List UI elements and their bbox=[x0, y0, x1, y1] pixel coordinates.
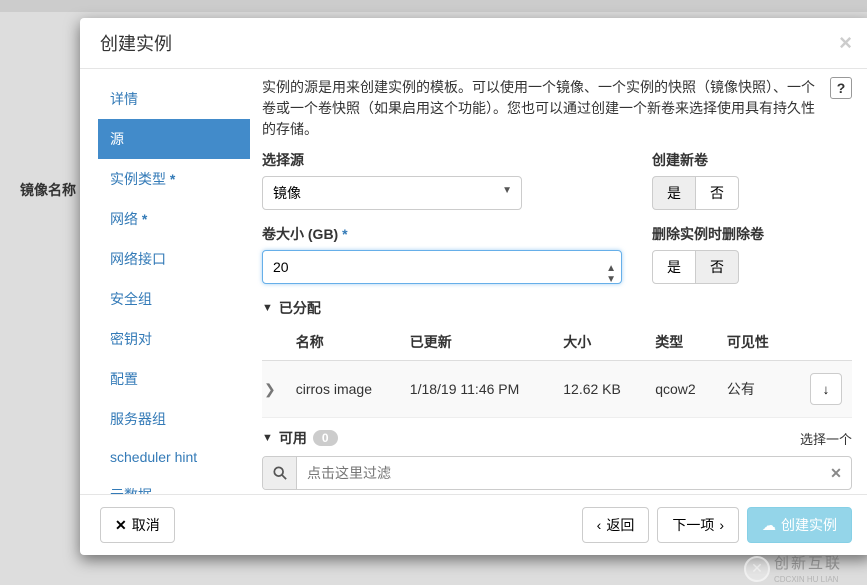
select-source-label: 选择源 bbox=[262, 150, 622, 170]
select-source-wrapper: 镜像 bbox=[262, 176, 522, 210]
cell-updated: 1/18/19 11:46 PM bbox=[400, 361, 553, 418]
volume-size-wrapper: ▲▼ bbox=[262, 259, 622, 275]
chevron-right-icon: › bbox=[719, 517, 724, 533]
volume-size-label: 卷大小 (GB) * bbox=[262, 224, 622, 244]
sidebar-item-label: 网络 bbox=[110, 211, 138, 227]
create-volume-toggle: 是 否 bbox=[652, 176, 739, 210]
delete-on-terminate-no-button[interactable]: 否 bbox=[696, 250, 739, 284]
create-volume-label: 创建新卷 bbox=[652, 150, 852, 170]
modal-title: 创建实例 bbox=[100, 30, 172, 56]
expand-column-header bbox=[262, 324, 286, 361]
col-name: 名称 bbox=[286, 324, 400, 361]
sidebar-item-scheduler-hint[interactable]: scheduler hint bbox=[98, 439, 250, 475]
col-visibility: 可见性 bbox=[717, 324, 790, 361]
cell-type: qcow2 bbox=[645, 361, 717, 418]
available-title: 可用 bbox=[279, 428, 307, 448]
deallocate-button[interactable]: ↓ bbox=[810, 373, 842, 405]
cell-size: 12.62 KB bbox=[553, 361, 645, 418]
wizard-sidebar: 详情 源 实例类型 * 网络 * 网络接口 安全组 密钥对 配置 服务器组 sc… bbox=[80, 69, 250, 494]
create-volume-no-button[interactable]: 否 bbox=[696, 176, 739, 210]
launch-instance-button[interactable]: ☁ 创建实例 bbox=[747, 507, 852, 543]
sidebar-item-details[interactable]: 详情 bbox=[98, 79, 250, 119]
sidebar-item-label: scheduler hint bbox=[110, 449, 197, 465]
cell-name: cirros image bbox=[286, 361, 400, 418]
cancel-button[interactable]: ✕ 取消 bbox=[100, 507, 175, 543]
back-label: 返回 bbox=[606, 515, 634, 535]
col-type: 类型 bbox=[645, 324, 717, 361]
volume-size-input[interactable] bbox=[262, 250, 622, 284]
bg-header-strip bbox=[0, 0, 867, 12]
sidebar-item-label: 配置 bbox=[110, 371, 138, 387]
filter-input[interactable] bbox=[297, 457, 821, 489]
sidebar-item-flavor[interactable]: 实例类型 * bbox=[98, 159, 250, 199]
arrow-down-icon: ↓ bbox=[823, 382, 830, 397]
select-source-dropdown[interactable]: 镜像 bbox=[262, 176, 522, 210]
allocated-table: 名称 已更新 大小 类型 可见性 ❯ cirros image 1/18/19 … bbox=[262, 324, 852, 418]
delete-on-terminate-toggle: 是 否 bbox=[652, 250, 739, 284]
sidebar-item-label: 安全组 bbox=[110, 291, 152, 307]
sidebar-item-label: 实例类型 bbox=[110, 171, 166, 187]
sidebar-item-label: 元数据 bbox=[110, 487, 152, 494]
source-description: 实例的源是用来创建实例的模板。可以使用一个镜像、一个实例的快照（镜像快照）、一个… bbox=[262, 77, 852, 140]
col-updated: 已更新 bbox=[400, 324, 553, 361]
expand-row-icon[interactable]: ❯ bbox=[262, 361, 286, 418]
cancel-label: 取消 bbox=[132, 515, 160, 535]
col-size: 大小 bbox=[553, 324, 645, 361]
allocated-title: 已分配 bbox=[279, 298, 321, 318]
search-icon bbox=[263, 457, 297, 489]
sidebar-item-label: 详情 bbox=[110, 91, 138, 107]
launch-label: 创建实例 bbox=[781, 515, 837, 535]
create-instance-modal: 创建实例 × 详情 源 实例类型 * 网络 * 网络接口 安全组 密钥对 配置 … bbox=[80, 18, 867, 555]
allocated-header[interactable]: ▼ 已分配 bbox=[262, 298, 852, 318]
required-asterisk-icon: * bbox=[170, 171, 175, 187]
cloud-upload-icon: ☁ bbox=[762, 517, 776, 534]
sidebar-item-label: 服务器组 bbox=[110, 411, 166, 427]
col-action bbox=[790, 324, 852, 361]
chevron-left-icon: ‹ bbox=[597, 517, 602, 533]
help-icon[interactable]: ? bbox=[830, 77, 852, 99]
next-label: 下一项 bbox=[672, 515, 714, 535]
chevron-down-icon: ▼ bbox=[262, 302, 273, 314]
modal-header: 创建实例 × bbox=[80, 18, 867, 69]
sidebar-item-network[interactable]: 网络 * bbox=[98, 199, 250, 239]
sidebar-item-source[interactable]: 源 bbox=[98, 119, 250, 159]
close-icon[interactable]: × bbox=[839, 30, 852, 56]
x-icon: ✕ bbox=[115, 517, 127, 534]
delete-on-terminate-label: 删除实例时删除卷 bbox=[652, 224, 852, 244]
cell-visibility: 公有 bbox=[717, 361, 790, 418]
available-header[interactable]: ▼ 可用 0 选择一个 bbox=[262, 428, 852, 448]
main-panel: 实例的源是用来创建实例的模板。可以使用一个镜像、一个实例的快照（镜像快照）、一个… bbox=[250, 69, 867, 494]
sidebar-item-label: 源 bbox=[110, 131, 124, 147]
sidebar-item-security-groups[interactable]: 安全组 bbox=[98, 279, 250, 319]
sidebar-item-key-pair[interactable]: 密钥对 bbox=[98, 319, 250, 359]
chevron-down-icon: ▼ bbox=[262, 432, 273, 444]
required-asterisk-icon: * bbox=[342, 226, 347, 242]
number-spinner-icon[interactable]: ▲▼ bbox=[606, 263, 616, 285]
back-button[interactable]: ‹返回 bbox=[582, 507, 650, 543]
filter-bar: ✕ bbox=[262, 456, 852, 490]
clear-filter-icon[interactable]: ✕ bbox=[821, 457, 851, 489]
modal-body: 详情 源 实例类型 * 网络 * 网络接口 安全组 密钥对 配置 服务器组 sc… bbox=[80, 69, 867, 494]
sidebar-item-label: 密钥对 bbox=[110, 331, 152, 347]
next-button[interactable]: 下一项 › bbox=[657, 507, 739, 543]
bg-column-image-name: 镜像名称 bbox=[20, 180, 76, 200]
available-count-badge: 0 bbox=[313, 430, 338, 446]
sidebar-item-network-ports[interactable]: 网络接口 bbox=[98, 239, 250, 279]
sidebar-item-configuration[interactable]: 配置 bbox=[98, 359, 250, 399]
required-asterisk-icon: * bbox=[142, 211, 147, 227]
create-volume-yes-button[interactable]: 是 bbox=[652, 176, 696, 210]
volume-size-label-text: 卷大小 (GB) bbox=[262, 226, 338, 242]
description-text: 实例的源是用来创建实例的模板。可以使用一个镜像、一个实例的快照（镜像快照）、一个… bbox=[262, 79, 815, 137]
table-row: ❯ cirros image 1/18/19 11:46 PM 12.62 KB… bbox=[262, 361, 852, 418]
sidebar-item-label: 网络接口 bbox=[110, 251, 166, 267]
select-one-hint: 选择一个 bbox=[800, 429, 852, 448]
modal-footer: ✕ 取消 ‹返回 下一项 › ☁ 创建实例 bbox=[80, 494, 867, 555]
delete-on-terminate-yes-button[interactable]: 是 bbox=[652, 250, 696, 284]
sidebar-item-server-groups[interactable]: 服务器组 bbox=[98, 399, 250, 439]
sidebar-item-metadata[interactable]: 元数据 bbox=[98, 475, 250, 494]
